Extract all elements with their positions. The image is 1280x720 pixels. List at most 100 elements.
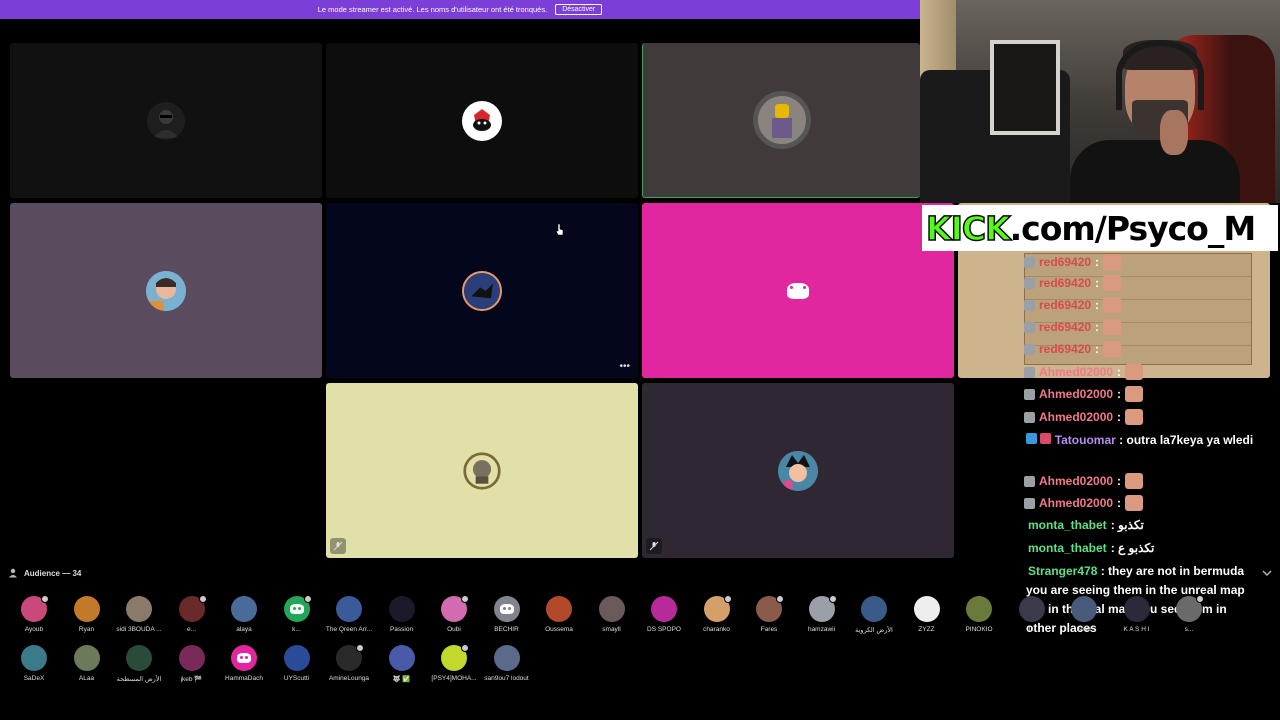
audience-member[interactable]: J... bbox=[1006, 596, 1058, 644]
member-name: ZYZZ bbox=[918, 626, 935, 633]
audience-member[interactable]: sidi 3BOUDA ... bbox=[113, 596, 165, 644]
chat-username: red69420 bbox=[1039, 298, 1092, 312]
user-avatar bbox=[462, 270, 502, 311]
stage-tile[interactable] bbox=[642, 203, 954, 378]
stage-tile[interactable] bbox=[642, 383, 954, 558]
stage-tile[interactable] bbox=[10, 43, 322, 198]
audience-member[interactable]: الأرض الكروية bbox=[848, 596, 900, 644]
stage-tile-speaking[interactable] bbox=[642, 43, 920, 198]
streamer-webcam bbox=[920, 0, 1280, 203]
audience-member[interactable]: SaDeX bbox=[8, 645, 60, 693]
emote-icon bbox=[1103, 254, 1122, 270]
member-avatar bbox=[21, 645, 47, 671]
more-options-icon[interactable]: ••• bbox=[619, 361, 630, 372]
chat-username: Tatouomar bbox=[1054, 433, 1116, 447]
member-avatar bbox=[966, 596, 992, 622]
member-name: k... bbox=[292, 626, 301, 633]
member-name: sidi 3BOUDA ... bbox=[116, 626, 162, 633]
member-name: الأرض المسطحة bbox=[116, 676, 162, 683]
audience-member[interactable]: charanko bbox=[691, 595, 743, 644]
stage-tile[interactable] bbox=[326, 383, 638, 558]
chat-message: Ahmed02000 : bbox=[1024, 409, 1144, 425]
chat-badge-icon bbox=[1040, 433, 1052, 444]
audience-member[interactable]: k... bbox=[271, 595, 323, 644]
status-dot-icon bbox=[723, 595, 732, 603]
member-name: UYScutti bbox=[283, 675, 310, 682]
member-name: AmineLounga bbox=[328, 675, 370, 682]
collapse-chevron-icon[interactable] bbox=[1262, 569, 1272, 577]
audience-member[interactable]: HammaDach bbox=[218, 645, 270, 693]
audience-member[interactable]: AmineLounga bbox=[323, 644, 375, 693]
audience-member[interactable]: hamzawii bbox=[796, 595, 848, 644]
member-name: jkeb 🏁 bbox=[180, 676, 203, 683]
stage-tile[interactable]: ••• bbox=[326, 203, 638, 378]
audience-member[interactable]: Ayoub bbox=[8, 595, 60, 644]
member-name: K A S H I bbox=[1123, 626, 1150, 633]
chat-badge-icon bbox=[1024, 497, 1035, 509]
member-name: ALaa bbox=[78, 675, 95, 682]
member-name: 🐺 ✅ bbox=[392, 676, 411, 683]
audience-member[interactable]: UYScutti bbox=[271, 645, 323, 693]
audience-member[interactable]: ALaa bbox=[61, 645, 113, 693]
chat-badge-icon bbox=[1026, 433, 1037, 444]
member-name: The Qreen Arr... bbox=[325, 626, 373, 633]
member-avatar bbox=[493, 596, 520, 622]
member-avatar bbox=[73, 645, 100, 671]
audience-member[interactable]: e... bbox=[166, 595, 218, 644]
member-name: smayll bbox=[602, 626, 621, 633]
disable-streamer-mode-button[interactable]: Désactiver bbox=[555, 4, 603, 15]
chat-message: red69420 : bbox=[1024, 275, 1122, 291]
kick-channel-banner: KICK .com/Psyco_M bbox=[922, 205, 1278, 251]
user-avatar bbox=[778, 450, 818, 491]
audience-member[interactable]: Oubi bbox=[428, 595, 480, 644]
audience-member[interactable]: 🐺 ✅ bbox=[376, 645, 428, 693]
member-name: Ryan bbox=[78, 626, 95, 633]
member-avatar bbox=[913, 596, 940, 622]
audience-member[interactable]: ZYZZ bbox=[901, 596, 953, 644]
stage-tile[interactable] bbox=[10, 203, 322, 378]
audience-member[interactable]: BECHIR bbox=[481, 596, 533, 644]
chat-badge-icon bbox=[1024, 256, 1035, 268]
audience-member[interactable]: s... bbox=[1163, 595, 1215, 644]
emote-icon bbox=[1103, 319, 1122, 335]
audience-member[interactable]: PINOKIO bbox=[953, 596, 1005, 644]
audience-member[interactable]: Ryan bbox=[61, 596, 113, 644]
member-name: s... bbox=[1184, 626, 1194, 633]
audience-member[interactable]: الأرض المسطحة bbox=[113, 645, 165, 693]
chat-username: Ahmed02000 bbox=[1039, 496, 1114, 510]
chat-message: Ahmed02000 : bbox=[1024, 495, 1144, 511]
chat-message: red69420 : bbox=[1024, 254, 1122, 270]
member-avatar bbox=[283, 645, 310, 671]
user-avatar bbox=[146, 270, 186, 311]
audience-member[interactable]: K A S H I bbox=[1111, 596, 1163, 644]
member-avatar bbox=[1071, 596, 1097, 622]
audience-member[interactable]: Fares bbox=[743, 595, 795, 644]
member-name: Fares bbox=[760, 626, 778, 633]
audience-member[interactable]: [PSY4]MOHA... bbox=[428, 644, 480, 693]
audience-member[interactable]: DS SPOPO bbox=[638, 596, 690, 644]
stage-tile[interactable] bbox=[326, 43, 638, 198]
audience-member[interactable]: The Qreen Arr... bbox=[323, 596, 375, 644]
member-avatar bbox=[651, 596, 677, 622]
audience-member[interactable]: jkeb 🏁 bbox=[166, 645, 218, 693]
chat-text: : تكذبو ع bbox=[1110, 541, 1155, 555]
status-dot-icon bbox=[303, 595, 312, 603]
user-avatar bbox=[752, 91, 811, 149]
member-name: hamzawii bbox=[807, 626, 836, 633]
audience-member[interactable]: san9ou7 lodout bbox=[481, 645, 533, 693]
emote-icon bbox=[1103, 275, 1122, 291]
audience-member[interactable]: Slifer bbox=[1058, 596, 1110, 644]
emote-icon bbox=[1125, 495, 1144, 511]
member-avatar bbox=[336, 596, 362, 622]
chat-badge-icon bbox=[1024, 343, 1035, 355]
chat-username: monta_thabet bbox=[1028, 541, 1107, 555]
member-avatar bbox=[756, 595, 784, 622]
audience-member[interactable]: alaya bbox=[218, 596, 270, 644]
audience-member[interactable]: smayll bbox=[586, 596, 638, 644]
member-avatar bbox=[388, 596, 415, 622]
member-avatar bbox=[703, 595, 732, 622]
audience-member[interactable]: Oussema bbox=[533, 596, 585, 644]
member-name: Passion bbox=[389, 626, 414, 633]
chat-badge-icon bbox=[1024, 366, 1035, 378]
audience-member[interactable]: Passion bbox=[376, 596, 428, 644]
